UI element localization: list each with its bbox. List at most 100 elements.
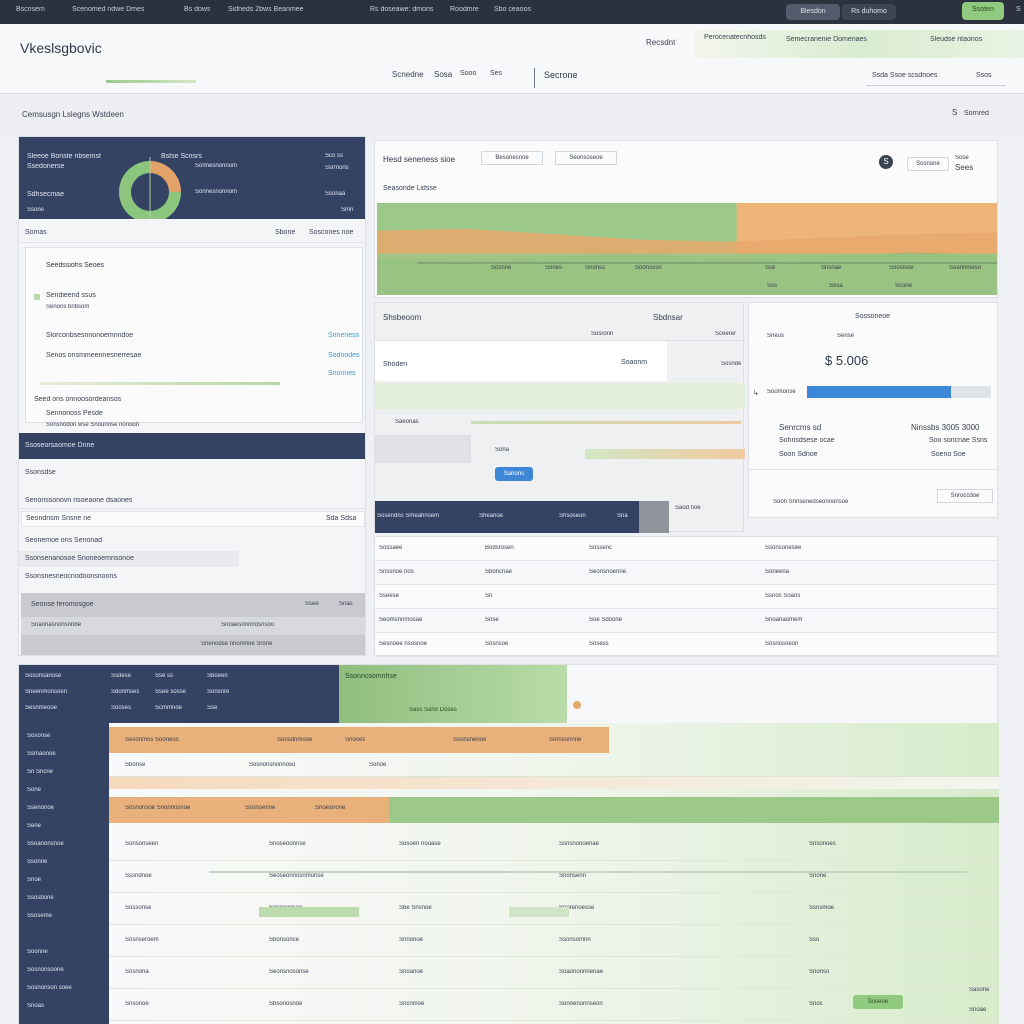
sidebar-item[interactable]: Ssoseme bbox=[27, 913, 52, 919]
grid-row[interactable]: Sosnseroem Sbonsonce Snnonoe Ssonsomnn Sso bbox=[109, 925, 999, 957]
menu-item[interactable]: Bs dows bbox=[184, 6, 210, 13]
header-cell: Ssdese bbox=[111, 673, 132, 679]
grid-cell: Snsonoes bbox=[809, 841, 836, 847]
grid-row-highlight[interactable]: Sesonmos Sooneos Sonsdnmooe Snooes Ssonsnen… bbox=[109, 727, 609, 753]
chart-title: Hesd seneness sioe bbox=[383, 155, 456, 164]
mid-navy-row[interactable]: Sosendns Smeahnsem Sheanoe Shsoseon Sna bbox=[375, 501, 639, 533]
chart-tab[interactable]: Seonsoseoe bbox=[555, 151, 617, 165]
header-link[interactable]: Sleudse ntaonos bbox=[930, 36, 982, 43]
header-cell: Sooses bbox=[111, 705, 132, 711]
header-link[interactable]: Semecranenie Domenaes bbox=[786, 36, 867, 43]
grid-action-button[interactable]: Soseoe bbox=[853, 995, 903, 1009]
table-row[interactable]: Seomsnnmosae Sose Soe Sdoone Snoanaomem bbox=[375, 609, 997, 633]
grid-row[interactable]: Sbonse Sosnonsnonnoso Sonoe bbox=[109, 755, 999, 777]
table-cell: Sn bbox=[485, 593, 493, 599]
filter-button[interactable]: Rs duhomo bbox=[842, 4, 896, 20]
chart-option[interactable]: Sosnone bbox=[907, 157, 949, 171]
header-tab[interactable]: Sosa bbox=[434, 70, 452, 79]
list-row-label: Ssonsnesneocnodoonsnoons bbox=[25, 573, 117, 580]
chart-foot: Scone bbox=[895, 283, 913, 289]
settings-item[interactable]: Senos onsmmeennesnerresae bbox=[46, 352, 141, 359]
right-tab[interactable]: Ssos bbox=[976, 72, 992, 79]
overview-right: Sco ss bbox=[325, 153, 344, 159]
sidebar-item[interactable]: Ssmaonoe bbox=[27, 751, 56, 757]
grid-cell: Ssnsmoe bbox=[809, 905, 835, 911]
sidebar-item[interactable]: Ssonrie bbox=[27, 859, 47, 865]
menu-item[interactable]: Scenomed ndwe Dmes bbox=[72, 6, 144, 13]
checkbox-icon[interactable] bbox=[34, 294, 40, 300]
green-header-title: Ssonncsomnhse bbox=[345, 673, 397, 680]
sidebar-item[interactable]: Ssoanonsnoe bbox=[27, 841, 64, 847]
header-link[interactable]: Perocenatecnhosds bbox=[704, 34, 766, 41]
right-tab[interactable]: Ssda Ssoe scsdnoes bbox=[872, 72, 937, 79]
area-chart bbox=[377, 203, 997, 295]
grid-row[interactable]: Sssndnoe Seoseonnosnmonse Snonsenn Snone bbox=[109, 861, 999, 893]
header-link[interactable]: Recsdnt bbox=[646, 38, 675, 47]
table-cell: Seomsnnmosae bbox=[379, 617, 423, 623]
grid-cell: Sssndnoe bbox=[125, 873, 152, 879]
menu-item[interactable]: Sidneds 2bws Beanmee bbox=[228, 6, 304, 13]
menu-item[interactable]: Sbo ceaoos bbox=[494, 6, 531, 13]
settings-item[interactable]: Sendieend ssus bbox=[46, 292, 96, 299]
kpi-card: Sossoneoe Sneus Sense $ 5.006 ↳ Soomonse… bbox=[748, 302, 999, 518]
mid-action-button[interactable]: Sanons bbox=[495, 467, 533, 481]
grid-cell: Snoanoe bbox=[399, 969, 424, 975]
settings-icon[interactable]: S bbox=[952, 108, 957, 117]
list-row[interactable]: Seonemoe ons Senonad bbox=[19, 533, 365, 549]
menu-item[interactable]: Bscnsem bbox=[16, 6, 45, 13]
menu-item[interactable]: Rs doseawe: dmons bbox=[370, 6, 433, 13]
mid-right-title: Sbdnsar bbox=[653, 313, 683, 322]
divider bbox=[749, 469, 999, 470]
sidebar-item[interactable]: Snoe bbox=[27, 877, 41, 883]
header-tab[interactable]: Scnedne bbox=[392, 70, 424, 79]
overview-sub: Ssedonerse bbox=[27, 163, 65, 170]
grid-cell: Ssnsnonoenae bbox=[559, 841, 600, 847]
kpi-foot-button[interactable]: Snroccdoe bbox=[937, 489, 993, 503]
table-row[interactable]: Sossaee Bodsrosen Sossenc Ssonsonesee bbox=[375, 537, 997, 561]
sidebar-item[interactable]: Sosnonsoone bbox=[27, 967, 64, 973]
action-button[interactable]: Ssoten bbox=[962, 2, 1004, 20]
sidebar-item[interactable]: Snoas bbox=[27, 1003, 44, 1009]
settings-item[interactable]: Senons bnbsom bbox=[46, 304, 89, 310]
sidebar-item[interactable]: Sene bbox=[27, 823, 41, 829]
sidebar-item[interactable]: Sosnonson soee bbox=[27, 985, 72, 991]
overflow-icon[interactable]: S bbox=[1016, 6, 1021, 13]
overview-right: Smn bbox=[341, 207, 354, 213]
grid-cell: Sosnseroem bbox=[125, 937, 159, 943]
list-row[interactable]: Ssonsnesneocnodoonsnoons bbox=[19, 569, 249, 585]
table-row[interactable]: Sseese Sn Ssnos Soaos bbox=[375, 585, 997, 609]
settings-progress bbox=[40, 382, 280, 385]
mid-grey-cell bbox=[375, 435, 471, 463]
table-row[interactable]: Sesnoee nsosnoe Sosnsoe Sosess Sosnosoeon bbox=[375, 633, 997, 657]
sidebar-item[interactable]: Sn Sncne bbox=[27, 769, 53, 775]
list-row-label: Seondnsm Snsne ne bbox=[26, 515, 91, 522]
menu-item[interactable]: Roodmre bbox=[450, 6, 479, 13]
help-icon[interactable]: S bbox=[879, 155, 893, 169]
subnav-action[interactable]: Sornred bbox=[964, 110, 989, 117]
chart-x-label: Sse bbox=[765, 265, 776, 271]
search-button[interactable]: Blesdon bbox=[786, 4, 840, 20]
sidebar-item[interactable]: Ssosbone bbox=[27, 895, 54, 901]
settings-item[interactable]: Seed ons onnoosordeansos bbox=[34, 396, 121, 403]
grid-row[interactable]: Sosnona Seonsnosonse Snoanoe Soaononnnenae S… bbox=[109, 957, 999, 989]
list-row[interactable]: Seondnsm Snsne ne Sda Sdsa bbox=[21, 511, 365, 527]
chart-tab[interactable]: Besonesnoe bbox=[481, 151, 543, 165]
header-tab[interactable]: Ses bbox=[490, 70, 502, 77]
grid-cell: Seoseonnosnmonse bbox=[269, 873, 324, 879]
kpi-sub: Sense bbox=[837, 333, 855, 339]
table-row[interactable]: Snssnoe nos Sboncnae Seonsnoenne Soneena bbox=[375, 561, 997, 585]
sidebar-item[interactable]: Ssenonoe bbox=[27, 805, 54, 811]
list-row[interactable]: Senonssonovn nsoeaone dsaones bbox=[19, 493, 365, 509]
list-row[interactable]: Ssonsenanosoe Snoneoemnsonoe bbox=[19, 551, 239, 567]
settings-item[interactable]: Slorconbsesnnonoemnndoe bbox=[46, 332, 133, 339]
active-tab[interactable]: Secrone bbox=[544, 70, 578, 80]
mid-col-header: Sosronn bbox=[591, 331, 614, 337]
sidebar-item[interactable]: Sosonse bbox=[27, 733, 50, 739]
header-tab[interactable]: Sooo bbox=[460, 70, 476, 77]
grid-row[interactable]: Sonsonseen Snoseoonnse Sosoen nooase Ssnsno… bbox=[109, 829, 999, 861]
sidebar-item[interactable]: Sone bbox=[27, 787, 41, 793]
settings-item[interactable]: Sonsnodon wse Snounnse nonoon bbox=[46, 422, 139, 428]
settings-item[interactable]: Sennonoss Pesde bbox=[46, 410, 103, 417]
grid-row-highlight[interactable]: Sosnonsoe Snonnosnoe Ssonoenne Snoesnone bbox=[109, 797, 389, 823]
sidebar-item[interactable]: Soonne bbox=[27, 949, 48, 955]
